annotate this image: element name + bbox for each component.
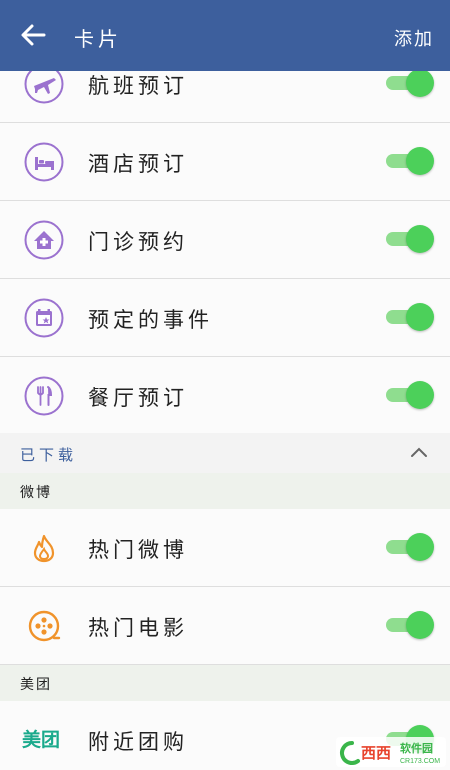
list-item-label: 餐厅预订 <box>88 386 188 410</box>
list-item-restaurant[interactable]: 餐厅预订 <box>0 357 450 435</box>
list-item-hot-weibo[interactable]: 热门微博 <box>0 509 450 587</box>
page-title: 卡片 <box>74 27 122 51</box>
group-title: 美团 <box>20 677 52 693</box>
list-item-label: 预定的事件 <box>88 308 213 332</box>
toggle-switch[interactable] <box>386 303 434 331</box>
clinic-house-icon <box>24 220 64 260</box>
list-item-hot-movies[interactable]: 热门电影 <box>0 587 450 665</box>
airplane-icon <box>24 71 64 104</box>
app-bar: 卡片 添加 <box>0 0 450 71</box>
hotel-bed-icon <box>24 142 64 182</box>
calendar-event-icon <box>24 298 64 338</box>
list-item-flight[interactable]: 航班预订 <box>0 71 450 123</box>
cards-list: 航班预订 酒店预订 门诊预约 预定的事件 餐厅预订 已下载 微博 热门微博 热门… <box>0 71 450 770</box>
section-title: 已下载 <box>20 446 78 464</box>
toggle-switch[interactable] <box>386 533 434 561</box>
toggle-switch[interactable] <box>386 381 434 409</box>
toggle-switch[interactable] <box>386 147 434 175</box>
group-header-meituan: 美团 <box>0 665 450 701</box>
add-button[interactable]: 添加 <box>394 25 434 51</box>
toggle-switch[interactable] <box>386 611 434 639</box>
watermark-logo: 西西 软件园 CR173.COM <box>336 737 446 767</box>
list-item-label: 航班预订 <box>88 74 188 98</box>
meituan-logo-icon: 美团 <box>22 729 61 751</box>
list-item-clinic[interactable]: 门诊预约 <box>0 201 450 279</box>
list-item-label: 酒店预订 <box>88 152 188 176</box>
film-reel-icon <box>28 610 61 642</box>
fork-knife-icon <box>24 376 64 416</box>
svg-text:西西: 西西 <box>361 745 391 762</box>
svg-text:软件园: 软件园 <box>400 741 433 755</box>
list-item-label: 热门电影 <box>88 616 188 640</box>
list-item-label: 门诊预约 <box>88 230 188 254</box>
list-item-hotel[interactable]: 酒店预订 <box>0 123 450 201</box>
flame-icon <box>33 534 55 563</box>
chevron-up-icon[interactable] <box>410 445 428 459</box>
toggle-switch[interactable] <box>386 71 434 97</box>
list-item-event[interactable]: 预定的事件 <box>0 279 450 357</box>
list-item-label: 热门微博 <box>88 538 188 562</box>
list-item-label: 附近团购 <box>88 730 188 754</box>
downloaded-section-header[interactable]: 已下载 <box>0 433 450 473</box>
group-header-weibo: 微博 <box>0 473 450 509</box>
group-title: 微博 <box>20 485 52 501</box>
back-arrow-icon[interactable] <box>20 22 46 48</box>
toggle-switch[interactable] <box>386 225 434 253</box>
svg-text:CR173.COM: CR173.COM <box>400 758 440 765</box>
